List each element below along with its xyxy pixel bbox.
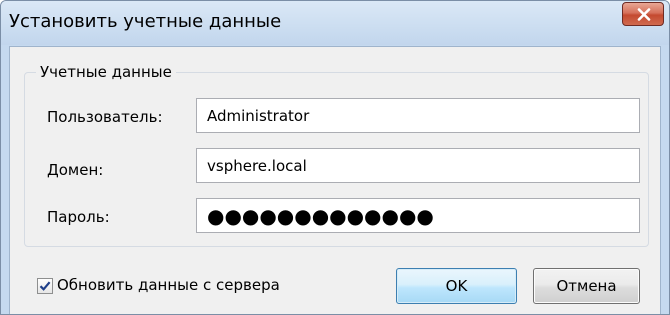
checkmark-icon	[39, 281, 51, 291]
user-label: Пользователь:	[47, 108, 163, 126]
refresh-checkbox-label[interactable]: Обновить данные с сервера	[57, 276, 280, 294]
domain-label: Домен:	[47, 161, 104, 179]
cancel-button[interactable]: Отмена	[533, 268, 640, 304]
dialog-title: Установить учетные данные	[9, 11, 282, 32]
domain-input[interactable]	[196, 148, 640, 183]
title-bar[interactable]: Установить учетные данные	[1, 1, 669, 45]
user-input[interactable]	[196, 98, 640, 133]
close-button[interactable]	[622, 2, 664, 26]
ok-button[interactable]: OK	[396, 268, 517, 304]
refresh-checkbox[interactable]	[37, 278, 53, 294]
password-input[interactable]	[196, 198, 640, 233]
credentials-group-title: Учетные данные	[36, 64, 176, 81]
close-icon	[637, 8, 651, 21]
password-label: Пароль:	[47, 208, 110, 226]
